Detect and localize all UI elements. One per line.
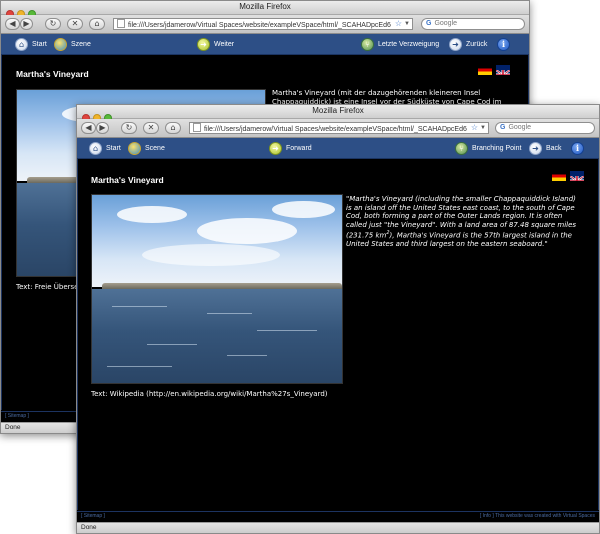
home-button[interactable]: ⌂: [89, 18, 105, 30]
caption: Text: Freie Überset: [16, 283, 82, 291]
nav-scene-label: Szene: [71, 40, 91, 48]
forward-button[interactable]: ▶: [96, 122, 109, 134]
stop-button[interactable]: ✕: [143, 122, 159, 134]
nav-forward[interactable]: ➜ Weiter: [197, 36, 234, 52]
url-dropdown-icon[interactable]: ▼: [480, 123, 486, 133]
home-icon: ⌂: [89, 141, 102, 155]
google-icon: G: [426, 20, 432, 27]
window-title: Mozilla Firefox: [312, 106, 364, 115]
nav-start-label: Start: [32, 40, 47, 48]
arrow-left-icon: ➜: [449, 37, 462, 51]
nav-scene[interactable]: Szene: [54, 36, 91, 52]
url-text: file:///Users/jdamerow/Virtual Spaces/we…: [204, 126, 467, 133]
back-button[interactable]: ◀: [81, 122, 96, 134]
page-favicon-icon: [193, 123, 201, 132]
search-box[interactable]: G Google: [495, 122, 595, 134]
bookmark-star-icon[interactable]: ☆: [471, 123, 478, 133]
nav-scene-label: Scene: [145, 144, 165, 152]
nav-back[interactable]: ➜ Zurück: [449, 36, 487, 52]
german-flag-icon[interactable]: [478, 65, 492, 75]
url-dropdown-icon[interactable]: ▼: [404, 19, 410, 29]
browser-toolbar: ◀ ▶ ↻ ✕ ⌂ file:///Users/jdamerow/Virtual…: [1, 15, 529, 34]
sitemap-link[interactable]: [ Sitemap ]: [5, 412, 29, 421]
arrow-right-icon: ➜: [269, 141, 282, 155]
forward-button[interactable]: ▶: [20, 18, 33, 30]
footer-credit: [ Info ] This website was created with V…: [479, 513, 595, 519]
page-content: Martha's Vineyard "Martha's Vineyard (in…: [77, 159, 599, 510]
page-favicon-icon: [117, 19, 125, 28]
nav-scene[interactable]: Scene: [128, 140, 165, 156]
nav-info[interactable]: i: [497, 36, 514, 52]
nav-back-label: Zurück: [466, 40, 488, 48]
sitemap-link[interactable]: [ Sitemap ]: [81, 512, 105, 521]
stop-button[interactable]: ✕: [67, 18, 83, 30]
nav-forward[interactable]: ➜ Forward: [269, 140, 312, 156]
nav-forward-label: Forward: [286, 144, 312, 152]
search-placeholder: Google: [434, 20, 458, 27]
site-nav-bar: ⌂ Start Scene ➜ Forward ⑂ Branching Point ➜…: [77, 138, 599, 159]
site-nav-bar: ⌂ Start Szene ➜ Weiter ⑂ Letzte Verzweigung…: [1, 34, 529, 55]
reload-button[interactable]: ↻: [121, 122, 137, 134]
german-flag-icon[interactable]: [552, 171, 566, 181]
nav-start[interactable]: ⌂ Start: [89, 140, 121, 156]
branch-icon: ⑂: [455, 141, 468, 155]
google-icon: G: [500, 124, 506, 131]
reload-button[interactable]: ↻: [45, 18, 61, 30]
info-icon: i: [571, 141, 584, 155]
url-bar[interactable]: file:///Users/jdamerow/Virtual Spaces/we…: [189, 122, 489, 134]
branch-icon: ⑂: [361, 37, 374, 51]
info-icon: i: [497, 37, 510, 51]
page-title: Martha's Vineyard: [16, 69, 89, 79]
nav-info[interactable]: i: [571, 140, 588, 156]
nav-back[interactable]: ➜ Back: [529, 140, 562, 156]
url-text: file:///Users/jdamerow/Virtual Spaces/we…: [128, 22, 391, 29]
back-button[interactable]: ◀: [5, 18, 20, 30]
url-bar[interactable]: file:///Users/jdamerow/Virtual Spaces/we…: [113, 18, 413, 30]
home-icon: ⌂: [15, 37, 28, 51]
title-bar[interactable]: Mozilla Firefox: [1, 1, 529, 18]
status-bar: Done: [77, 522, 599, 533]
site-footer: [ Sitemap ] [ Info ] This website was cr…: [77, 511, 599, 522]
scene-icon: [128, 141, 141, 155]
page-title: Martha's Vineyard: [91, 175, 164, 185]
nav-branch[interactable]: ⑂ Letzte Verzweigung: [361, 36, 439, 52]
nav-back-label: Back: [546, 144, 562, 152]
arrow-right-icon: ➜: [197, 37, 210, 51]
nav-branch-label: Letzte Verzweigung: [378, 40, 440, 48]
uk-flag-icon[interactable]: [496, 65, 510, 75]
bookmark-star-icon[interactable]: ☆: [395, 19, 402, 29]
nav-branch[interactable]: ⑂ Branching Point: [455, 140, 521, 156]
browser-toolbar: ◀ ▶ ↻ ✕ ⌂ file:///Users/jdamerow/Virtual…: [77, 119, 599, 138]
search-placeholder: Google: [508, 124, 532, 131]
window-title: Mozilla Firefox: [239, 2, 291, 11]
arrow-left-icon: ➜: [529, 141, 542, 155]
nav-branch-label: Branching Point: [472, 144, 522, 152]
browser-window-english: Mozilla Firefox ◀ ▶ ↻ ✕ ⌂ file:///Users/…: [76, 104, 600, 534]
island-photo: [91, 194, 343, 384]
nav-forward-label: Weiter: [214, 40, 235, 48]
home-button[interactable]: ⌂: [165, 122, 181, 134]
nav-start-label: Start: [106, 144, 121, 152]
description: "Martha's Vineyard (including the smalle…: [346, 195, 582, 248]
caption: Text: Wikipedia (http://en.wikipedia.org…: [91, 390, 328, 398]
nav-start[interactable]: ⌂ Start: [15, 36, 47, 52]
title-bar[interactable]: Mozilla Firefox: [77, 105, 599, 122]
uk-flag-icon[interactable]: [570, 171, 584, 181]
search-box[interactable]: G Google: [421, 18, 525, 30]
scene-icon: [54, 37, 67, 51]
